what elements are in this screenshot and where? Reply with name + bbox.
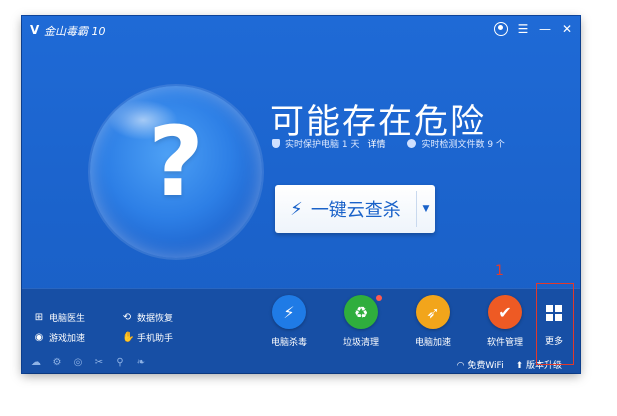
tools-icon[interactable]: ✂ bbox=[93, 357, 105, 369]
feature-antivirus[interactable]: ⚡ 电脑杀毒 bbox=[254, 295, 324, 348]
status-headline: 可能存在危险 bbox=[270, 102, 486, 142]
free-wifi-link[interactable]: ◠ 免费WiFi bbox=[457, 358, 504, 371]
bolt-icon: ⚡ bbox=[290, 198, 303, 220]
menu-button[interactable]: ☰ bbox=[516, 23, 530, 35]
minimize-button[interactable]: — bbox=[538, 23, 552, 35]
status-icons: ☁ ⚙ ◎ ✂ ⚲ ❧ bbox=[30, 357, 147, 369]
title-bar: V 金山毒霸 10 ☰ — ✕ bbox=[22, 16, 580, 46]
protection-stats: 实时保护电脑 1 天 详情 实时检测文件数 9 个 bbox=[272, 137, 505, 150]
gear-icon[interactable]: ⚙ bbox=[51, 357, 63, 369]
app-window: V 金山毒霸 10 ☰ — ✕ ? 可能存在危险 实时保护电脑 1 天 详情 实… bbox=[22, 16, 580, 373]
app-title: 金山毒霸 10 bbox=[44, 25, 106, 38]
cloud-scan-label: 一键云查杀 bbox=[310, 200, 401, 221]
rocket-icon: ➶ bbox=[416, 295, 450, 329]
gamepad-icon: ◉ bbox=[34, 331, 44, 343]
leaf-icon[interactable]: ❧ bbox=[135, 357, 147, 369]
feature-label: 电脑加速 bbox=[414, 338, 451, 348]
scan-options-dropdown[interactable]: ▼ bbox=[417, 185, 435, 233]
user-account-button[interactable] bbox=[494, 22, 508, 36]
files-scanned-text: 实时检测文件数 9 个 bbox=[421, 140, 505, 150]
window-controls: ☰ — ✕ bbox=[494, 22, 574, 36]
bottom-panel: ⊞ 电脑医生 ⟲ 数据恢复 ◉ 游戏加速 ✋ 手机助手 ⚡ 电脑杀毒 ♻ 垃圾清… bbox=[22, 288, 580, 373]
status-bar: ☁ ⚙ ◎ ✂ ⚲ ❧ ◠ 免费WiFi ⬆ 版本升级 bbox=[22, 353, 580, 373]
app-logo-icon: V bbox=[30, 23, 40, 37]
status-orb: ? bbox=[90, 86, 262, 258]
tool-label: 手机助手 bbox=[137, 334, 174, 344]
close-button[interactable]: ✕ bbox=[560, 23, 574, 35]
cloud-scan-button-group: ⚡ 一键云查杀 ▼ bbox=[275, 185, 435, 233]
wifi-label: 免费WiFi bbox=[467, 361, 504, 371]
shield-icon bbox=[272, 139, 280, 148]
usb-icon[interactable]: ⚲ bbox=[114, 357, 126, 369]
tool-label: 电脑医生 bbox=[49, 314, 86, 324]
protect-days-text: 实时保护电脑 1 天 bbox=[285, 140, 360, 150]
software-icon: ✔ bbox=[488, 295, 522, 329]
phone-hand-icon: ✋ bbox=[122, 331, 135, 343]
bolt-icon: ⚡ bbox=[272, 295, 306, 329]
tool-pc-doctor[interactable]: ⊞ 电脑医生 bbox=[34, 311, 85, 324]
restore-icon: ⟲ bbox=[122, 311, 132, 323]
medkit-icon: ⊞ bbox=[34, 311, 44, 323]
target-icon[interactable]: ◎ bbox=[72, 357, 84, 369]
annotation-highlight-box bbox=[536, 283, 574, 365]
tool-label: 游戏加速 bbox=[49, 334, 86, 344]
tool-phone-assistant[interactable]: ✋ 手机助手 bbox=[122, 331, 173, 344]
question-mark-icon: ? bbox=[148, 106, 204, 218]
cloud-scan-button[interactable]: ⚡ 一键云查杀 bbox=[275, 185, 416, 233]
feature-junk-cleanup[interactable]: ♻ 垃圾清理 bbox=[326, 295, 396, 348]
tool-label: 数据恢复 bbox=[137, 314, 174, 324]
chevron-down-icon: ▼ bbox=[422, 204, 430, 214]
annotation-number: 1 bbox=[495, 263, 504, 279]
tool-data-recovery[interactable]: ⟲ 数据恢复 bbox=[122, 311, 173, 324]
notification-dot bbox=[376, 295, 382, 301]
user-icon bbox=[494, 22, 508, 36]
feature-label: 垃圾清理 bbox=[342, 338, 379, 348]
trash-icon: ♻ bbox=[344, 295, 378, 329]
details-link[interactable]: 详情 bbox=[367, 137, 385, 150]
feature-label: 电脑杀毒 bbox=[270, 338, 307, 348]
feature-speedup[interactable]: ➶ 电脑加速 bbox=[398, 295, 468, 348]
tool-game-boost[interactable]: ◉ 游戏加速 bbox=[34, 331, 85, 344]
globe-icon bbox=[407, 139, 417, 148]
cloud-icon[interactable]: ☁ bbox=[30, 357, 42, 369]
